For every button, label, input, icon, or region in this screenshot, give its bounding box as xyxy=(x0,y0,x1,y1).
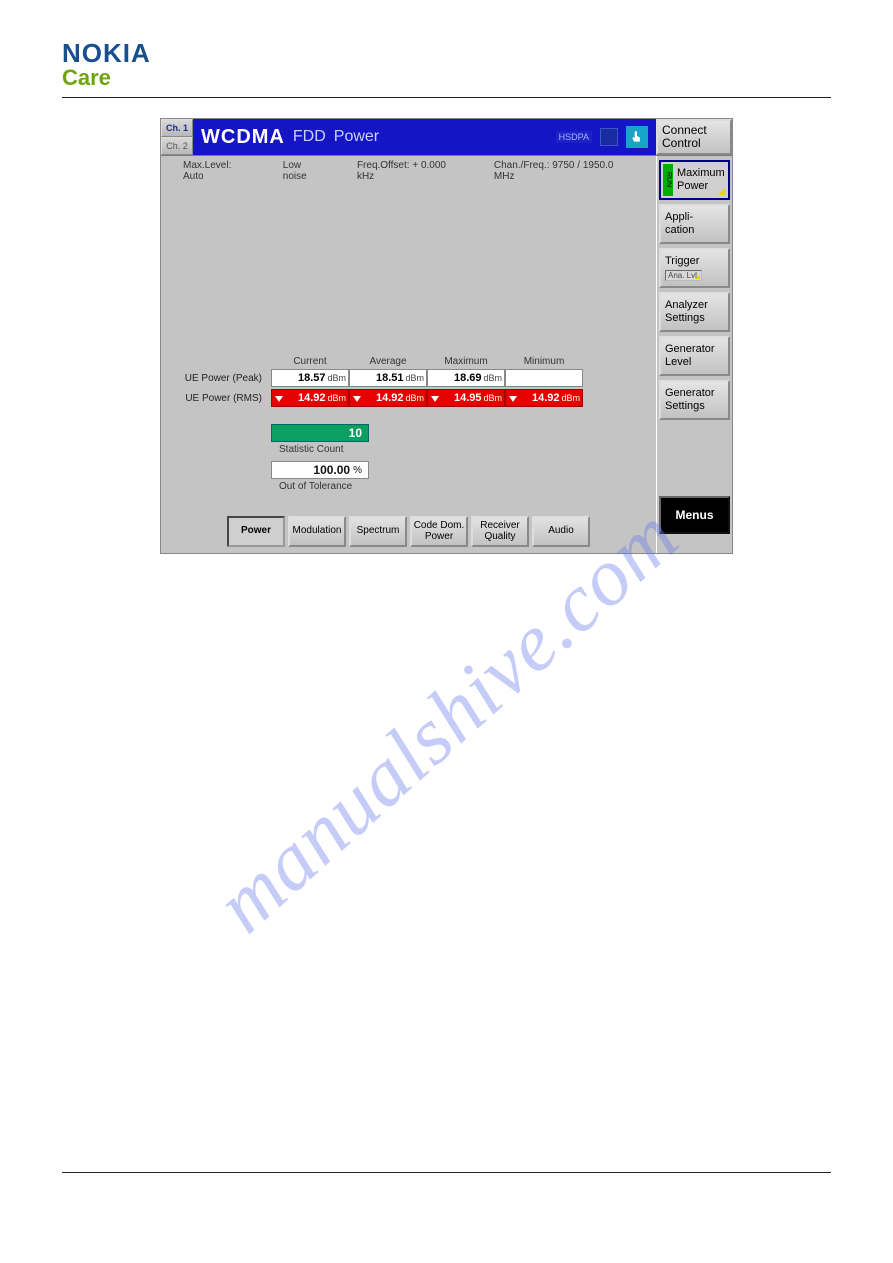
header-rule xyxy=(62,97,831,98)
link-icon xyxy=(600,128,618,146)
fdd-label: FDD xyxy=(293,128,326,146)
row-peak-label: UE Power (Peak) xyxy=(161,373,266,384)
tab-modulation[interactable]: Modulation xyxy=(288,516,346,547)
rms-minimum: 14.92 dBm xyxy=(505,389,583,407)
care-wordmark: Care xyxy=(62,65,831,91)
status-lownoise: Low noise xyxy=(283,160,327,182)
connect-l2: Control xyxy=(662,137,726,150)
peak-minimum xyxy=(505,369,583,387)
col-minimum: Minimum xyxy=(505,356,583,367)
status-freqoffset: Freq.Offset: + 0.000 kHz xyxy=(357,160,464,182)
triangle-icon xyxy=(695,274,700,279)
rms-current: 14.92 dBm xyxy=(271,389,349,407)
rms-average: 14.92 dBm xyxy=(349,389,427,407)
row-rms-label: UE Power (RMS) xyxy=(161,393,266,404)
col-current: Current xyxy=(271,356,349,367)
channel-1-button[interactable]: Ch. 1 xyxy=(161,119,193,137)
mode-label: WCDMA xyxy=(201,126,285,149)
footer-rule xyxy=(62,1172,831,1173)
tab-power[interactable]: Power xyxy=(227,516,285,547)
side-menus-button[interactable]: Menus xyxy=(659,496,730,534)
title-bar: WCDMA FDD Power HSDPA xyxy=(193,119,656,155)
run-indicator: RUN xyxy=(663,164,673,196)
side-panel: RUN Maximum Power Appli- cation Trigger … xyxy=(656,156,732,553)
channel-2-button[interactable]: Ch. 2 xyxy=(161,137,193,155)
col-maximum: Maximum xyxy=(427,356,505,367)
statistic-count-label: Statistic Count xyxy=(271,442,369,461)
tab-audio[interactable]: Audio xyxy=(532,516,590,547)
watermark-text: manualshive.com xyxy=(197,489,696,951)
out-of-tolerance-label: Out of Tolerance xyxy=(271,479,369,498)
statistic-count-value: 10 xyxy=(271,424,369,442)
peak-maximum: 18.69 dBm xyxy=(427,369,505,387)
side-application-button[interactable]: Appli- cation xyxy=(659,204,730,244)
power-label: Power xyxy=(334,128,379,146)
bottom-tab-bar: Power Modulation Spectrum Code Dom. Powe… xyxy=(161,512,656,553)
hsdpa-badge: HSDPA xyxy=(556,131,592,143)
brand-logo: NOKIA Care xyxy=(62,38,831,91)
statistics-block: 10 Statistic Count 100.00 % Out of Toler… xyxy=(271,424,369,498)
status-bar: Max.Level: Auto Low noise Freq.Offset: +… xyxy=(161,156,656,186)
triangle-icon xyxy=(718,188,725,195)
hand-icon xyxy=(626,126,648,148)
tab-code-dom-power[interactable]: Code Dom. Power xyxy=(410,516,468,547)
col-average: Average xyxy=(349,356,427,367)
rms-maximum: 14.95 dBm xyxy=(427,389,505,407)
tab-spectrum[interactable]: Spectrum xyxy=(349,516,407,547)
tab-receiver-quality[interactable]: Receiver Quality xyxy=(471,516,529,547)
connect-control-button[interactable]: Connect Control xyxy=(656,119,732,155)
side-trigger-button[interactable]: Trigger Ana. Lvl. xyxy=(659,248,730,288)
side-generator-level-button[interactable]: Generator Level xyxy=(659,336,730,376)
trigger-sub-button[interactable]: Ana. Lvl. xyxy=(665,270,702,281)
status-chanfreq: Chan./Freq.: 9750 / 1950.0 MHz xyxy=(494,160,634,182)
peak-average: 18.51 dBm xyxy=(349,369,427,387)
status-maxlevel: Max.Level: Auto xyxy=(183,160,253,182)
measurement-table: Current Average Maximum Minimum UE Power… xyxy=(271,356,631,407)
side-generator-settings-button[interactable]: Generator Settings xyxy=(659,380,730,420)
peak-current: 18.57 dBm xyxy=(271,369,349,387)
side-analyzer-settings-button[interactable]: Analyzer Settings xyxy=(659,292,730,332)
side-maximum-power-button[interactable]: RUN Maximum Power xyxy=(659,160,730,200)
instrument-screenshot: Ch. 1 Ch. 2 WCDMA FDD Power HSDPA Connec… xyxy=(160,118,733,554)
out-of-tolerance-value: 100.00 % xyxy=(271,461,369,479)
